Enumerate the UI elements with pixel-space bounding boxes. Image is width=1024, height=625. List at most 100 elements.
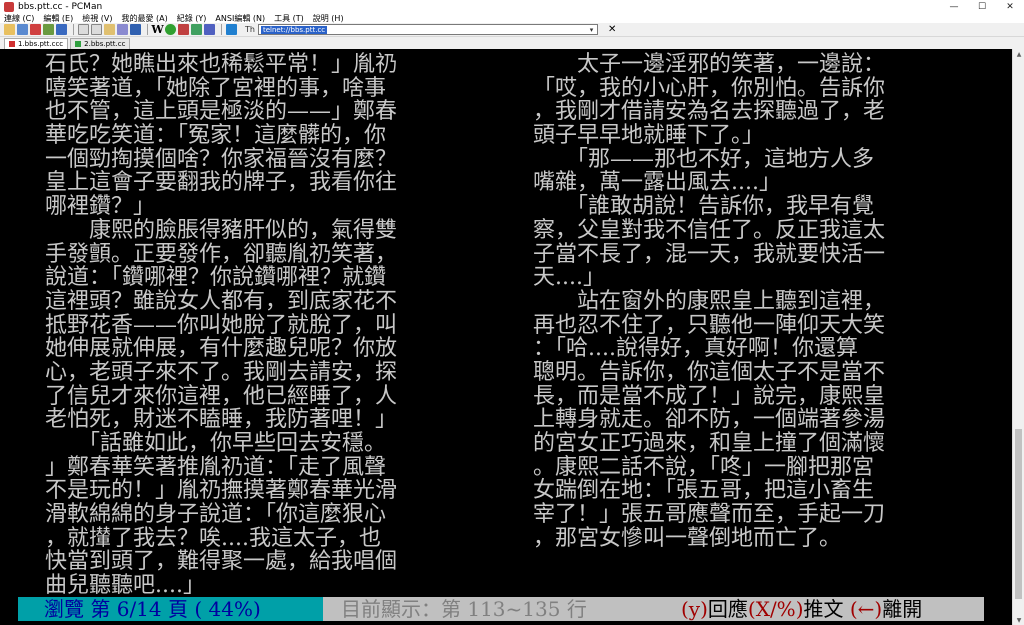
copy-ansi-icon[interactable] [104, 24, 115, 35]
menu-log[interactable]: 紀錄 (Y) [177, 13, 207, 24]
emoticons-icon[interactable] [130, 24, 141, 35]
article-line: 宰了！」張五哥應聲而至，手起一刀 [533, 502, 886, 528]
article-line: 華吃吃笑道：「冤家！這麼髒的，你 [45, 123, 387, 149]
article-line: 上轉身就走。卻不防，一個端著參湯 [533, 407, 886, 433]
title-bar: bbs.ptt.cc - PCMan — ☐ ✕ [0, 0, 1024, 13]
menu-ansi-edit[interactable]: ANSI編輯 (N) [215, 13, 265, 24]
screen-icon[interactable] [204, 24, 215, 35]
vertical-scrollbar[interactable]: ▲ ▼ [1012, 49, 1024, 625]
window-title: bbs.ptt.cc - PCMan [18, 1, 103, 12]
wikipedia-icon[interactable]: W [151, 23, 163, 36]
article-line: 說道：「鑽哪裡？你說鑽哪裡？就鑽 [45, 265, 387, 291]
menu-connect[interactable]: 連線 (C) [4, 13, 34, 24]
toolbar-separator [147, 24, 148, 35]
tab-label: 1.bbs.ptt.ccc [18, 40, 64, 48]
connection-icon [75, 41, 82, 47]
article-line: 女踹倒在地：「張五哥，把這小畜生 [533, 478, 875, 504]
menu-view[interactable]: 檢視 (V) [82, 13, 112, 24]
reply-key[interactable]: (y) [681, 597, 708, 621]
article-right-column: 太子一邊淫邪的笑著，一邊說： 「哎，我的小心肝，你別怕。告訴你 ，我剛才借請安為名去… [533, 53, 885, 550]
article-line: 手發顫。正要發作，卻聽胤礽笑著， [45, 241, 398, 267]
article-line: 聰明。告訴你，你這個太子不是當不 [533, 359, 886, 385]
scroll-down-icon[interactable]: ▼ [1013, 615, 1024, 625]
minimize-button[interactable]: — [940, 0, 968, 13]
push-label: 推文 [803, 597, 844, 621]
article-line: 老怕死，財迷不瞌睡，我防著哩！」 [45, 407, 398, 433]
article-line: 長，而是當不成了！」說完，康熙皇 [533, 383, 886, 409]
tab-label: 2.bbs.ptt.cc [84, 40, 126, 48]
tab-connection-2[interactable]: 2.bbs.ptt.cc [70, 38, 131, 49]
page-progress: 瀏覽 第 6/14 頁 ( 44%) [18, 597, 323, 621]
tab-bar: 1.bbs.ptt.ccc 2.bbs.ptt.cc [0, 37, 1024, 49]
toolbar: W Th telnet://bbs.ptt.cc ▾ ✕ [0, 23, 1024, 37]
menu-tools[interactable]: 工具 (T) [274, 13, 304, 24]
window-controls: — ☐ ✕ [940, 0, 1024, 13]
article-line: 嘴雜，萬一露出風去....」 [533, 170, 781, 196]
article-line: 的宮女正巧過來，和皇上撞了個滿懷 [533, 431, 886, 456]
article-line: 「那——那也不好，這地方人多 [533, 146, 875, 172]
close-connection-icon[interactable]: ✕ [608, 24, 616, 35]
pin-icon[interactable] [56, 24, 67, 35]
article-line: 石氏？她瞧出來也稀鬆平常！」胤礽 [45, 52, 398, 77]
chevron-down-icon[interactable]: ▾ [587, 25, 596, 34]
article-line: 」鄭春華笑著推胤礽道：「走了風聲 [45, 454, 387, 480]
menu-bar: 連線 (C) 編輯 (E) 檢視 (V) 我的最愛 (A) 紀錄 (Y) ANS… [0, 13, 1024, 23]
leave-label: 離開 [882, 597, 923, 621]
article-line: 滑軟綿綿的身子說道：「你這麼狠心 [45, 502, 387, 528]
article-line: 了信兒才來你這裡，他已經睡了，人 [45, 383, 398, 409]
article-line: 也不管，這上頭是極淡的——」鄭春 [45, 99, 398, 125]
article-line: 。康熙二話不說，「咚」一腳把那宮 [533, 454, 875, 480]
menu-edit[interactable]: 編輯 (E) [43, 13, 73, 24]
article-line: 太子一邊淫邪的笑著，一邊說： [533, 52, 886, 77]
menu-help[interactable]: 說明 (H) [313, 13, 344, 24]
new-connection-icon[interactable] [4, 24, 15, 35]
copy-icon[interactable] [78, 24, 89, 35]
article-line: ，就攆了我去？唉....我這太子，也 [45, 525, 381, 551]
article-line: 「話雖如此，你早些回去安穩。 [45, 431, 387, 456]
site-list-icon[interactable] [43, 24, 54, 35]
article-line: ，那宮女慘叫一聲倒地而亡了。 [533, 525, 842, 551]
close-window-button[interactable]: ✕ [996, 0, 1024, 13]
push-key[interactable]: (X/%) [748, 597, 804, 621]
refresh-icon[interactable] [226, 24, 237, 35]
status-bar: 瀏覽 第 6/14 頁 ( 44%) 目前顯示：第 113~135 行 (y)回… [18, 597, 984, 621]
disconnect-icon[interactable] [30, 24, 41, 35]
article-line: 康熙的臉脹得豬肝似的，氣得雙 [45, 217, 398, 243]
article-line: 站在窗外的康熙皇上聽到這裡， [533, 288, 886, 314]
line-range: 目前顯示：第 113~135 行 [323, 597, 673, 621]
article-line: 再也忍不住了，只聽他一陣仰天大笑 [533, 312, 886, 338]
article-line: 子當不長了，混一天，我就要快活一 [533, 241, 886, 267]
article-line: 天....」 [533, 265, 605, 291]
menu-favorites[interactable]: 我的最愛 (A) [121, 13, 167, 24]
article-line: 察，父皇對我不信任了。反正我這太 [533, 217, 886, 243]
preferences-icon[interactable] [178, 24, 189, 35]
article-line: ，我剛才借請安為名去探聽過了，老 [533, 99, 886, 125]
reconnect-icon[interactable] [17, 24, 28, 35]
article-line: ：「哈....說得好，真好啊！你還算 [533, 336, 858, 362]
tab-connection-1[interactable]: 1.bbs.ptt.ccc [4, 38, 69, 49]
article-line: 抵野花香——你叫她脫了就脫了，叫 [45, 312, 398, 338]
select-all-icon[interactable] [117, 24, 128, 35]
article-line: 「誰敢胡說！告訴你，我早有覺 [533, 194, 875, 220]
settings-gear-icon[interactable] [165, 24, 176, 35]
article-line: 頭子早早地就睡下了。」 [533, 123, 765, 149]
scroll-up-icon[interactable]: ▲ [1013, 49, 1024, 59]
article-line: 她伸展就伸展，有什麼趣兒呢？你放 [45, 336, 398, 362]
toolbar-separator [73, 24, 74, 35]
article-line: 「哎，我的小心肝，你別怕。告訴你 [533, 75, 886, 101]
address-value: telnet://bbs.ptt.cc [260, 25, 328, 34]
article-line: 一個勁掏摸個啥？你家福晉沒有麼？ [45, 146, 398, 172]
scroll-thumb[interactable] [1015, 429, 1022, 599]
terminal-screen[interactable]: 石氏？她瞧出來也稀鬆平常！」胤礽 嘻笑著道，「她除了宮裡的事，啥事 也不管，這上頭是… [0, 49, 1012, 625]
article-line: 皇上這會子要翻我的牌子，我看你往 [45, 170, 398, 196]
article-line: 這裡頭？雖說女人都有，到底家花不 [45, 288, 398, 314]
address-input[interactable]: telnet://bbs.ptt.cc ▾ [257, 24, 598, 35]
article-line: 快當到頭了，難得聚一處，給我唱個 [45, 549, 398, 575]
leave-key[interactable]: (←) [850, 597, 882, 621]
gear-icon[interactable] [191, 24, 202, 35]
reply-label: 回應 [707, 597, 748, 621]
maximize-button[interactable]: ☐ [968, 0, 996, 13]
article-line: 曲兒聽聽吧....」 [45, 573, 205, 599]
paste-icon[interactable] [91, 24, 102, 35]
connection-icon [9, 41, 15, 47]
